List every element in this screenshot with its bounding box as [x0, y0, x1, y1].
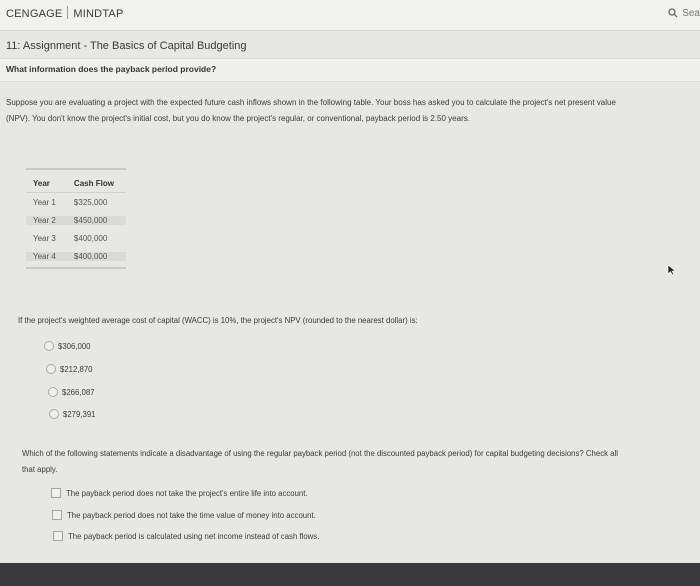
radio-button[interactable] [46, 364, 56, 374]
column-header-year: Year [33, 178, 50, 188]
cash-flow-cell: $400,000 [73, 233, 108, 243]
table-row: Year 3 $400,000 [26, 229, 126, 247]
option-label: $306,000 [58, 342, 91, 351]
column-header-cash-flow: Cash Flow [73, 178, 114, 188]
payback-question-text: Which of the following statements indica… [22, 449, 618, 474]
payback-option[interactable]: The payback period does not take the pro… [51, 488, 308, 498]
npv-option[interactable]: $279,391 [49, 409, 96, 419]
search-button[interactable]: Sea [668, 8, 700, 19]
radio-button[interactable] [48, 387, 58, 397]
cash-flow-cell: $450,000 [68, 215, 126, 225]
cash-flow-cell: $325,000 [73, 197, 108, 207]
npv-option[interactable]: $212,870 [46, 364, 93, 374]
year-cell: Year 3 [33, 233, 56, 243]
table-row: Year 2 $450,000 [26, 211, 126, 229]
option-label: $266,087 [62, 388, 95, 397]
search-label: Sea [682, 8, 700, 19]
cash-flow-cell: $400,000 [68, 251, 126, 261]
table-row: Year 4 $400,000 [26, 247, 126, 265]
year-cell: Year 2 [26, 215, 69, 225]
option-label: The payback period does not take the pro… [66, 489, 308, 498]
table-row: Year 1 $325,000 [26, 193, 126, 211]
checkbox[interactable] [53, 531, 63, 541]
option-label: $212,870 [60, 365, 93, 374]
radio-button[interactable] [44, 341, 54, 351]
checkbox[interactable] [51, 488, 61, 498]
bottom-bar [0, 563, 700, 586]
brand-logo[interactable]: CENGAGE MINDTAP [6, 6, 124, 20]
year-cell: Year 4 [26, 251, 69, 261]
npv-question-text: If the project's weighted average cost o… [18, 316, 418, 325]
intro-text: Suppose you are evaluating a project wit… [6, 98, 616, 123]
option-label: The payback period is calculated using n… [68, 532, 320, 541]
table-header-row: Year Cash Flow [26, 174, 126, 193]
search-icon [668, 8, 678, 18]
year-cell: Year 1 [33, 197, 56, 207]
question-header: What information does the payback period… [0, 58, 700, 82]
option-label: The payback period does not take the tim… [67, 511, 316, 520]
mouse-cursor-icon [667, 264, 677, 276]
radio-button[interactable] [49, 409, 59, 419]
payback-option[interactable]: The payback period is calculated using n… [53, 531, 319, 541]
mindtap-label: MINDTAP [73, 8, 124, 20]
top-bar: CENGAGE MINDTAP Sea [0, 0, 700, 31]
npv-option[interactable]: $266,087 [48, 387, 95, 397]
cash-flow-table: Year Cash Flow Year 1 $325,000 Year 2 $4… [26, 168, 126, 269]
option-label: $279,391 [63, 410, 96, 419]
question-title: What information does the payback period… [6, 64, 217, 74]
checkbox[interactable] [52, 510, 62, 520]
cengage-label: CENGAGE [6, 8, 63, 20]
payback-option[interactable]: The payback period does not take the tim… [52, 510, 316, 520]
assignment-title: 11: Assignment - The Basics of Capital B… [6, 40, 247, 52]
npv-option[interactable]: $306,000 [44, 341, 91, 351]
brand-divider [67, 6, 69, 19]
